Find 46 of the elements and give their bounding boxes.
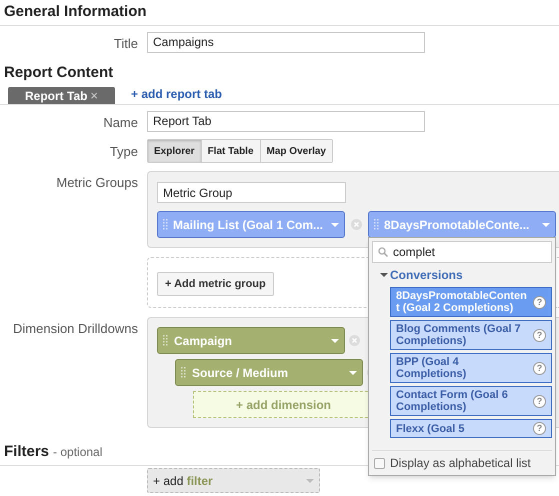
name-input[interactable]: Report Tab [147,110,425,132]
checkbox-label: Display as alphabetical list [390,455,531,472]
type-option[interactable]: Explorer [148,140,201,162]
drag-handle-icon[interactable] [374,218,379,230]
section-heading: Filters [4,443,50,460]
dimension-chip[interactable]: Source / Medium [175,359,363,386]
title-input[interactable]: Campaigns [147,32,425,52]
drag-handle-icon[interactable] [163,218,168,230]
metric-option[interactable]: Contact Form (Goal 6 Completions) ? [390,386,552,416]
field-label: Type [110,144,138,159]
add-metric-group-button[interactable]: + Add metric group [157,272,274,296]
add-report-tab-link[interactable]: + add report tab [131,85,222,104]
optional-note: - optional [53,445,102,459]
add-filter-button[interactable]: + add filter [147,468,320,493]
metric-group-name-input[interactable]: Metric Group [157,182,346,203]
caret-icon [380,273,388,277]
caret-icon [349,370,357,374]
section-heading: General Information [4,3,147,20]
checkbox[interactable] [374,458,385,468]
drag-handle-icon[interactable] [181,366,186,378]
caret-icon [331,222,339,226]
section-heading: Report Content [4,64,114,81]
close-icon[interactable]: × [90,86,98,106]
field-label: Title [114,36,138,51]
search-icon [378,247,388,257]
category-heading[interactable]: Conversions [390,266,463,284]
report-tab[interactable]: Report Tab × [8,87,115,104]
type-option[interactable]: Map Overlay [260,140,332,162]
caret-icon [542,222,550,226]
metric-option[interactable]: Blog Comments (Goal 7 Completions) ? [390,320,552,350]
help-icon[interactable]: ? [533,328,546,342]
field-label: Name [103,115,138,130]
help-icon[interactable]: ? [533,422,546,435]
field-label: Dimension Drilldowns [13,321,138,336]
help-icon[interactable]: ? [533,362,546,374]
metric-option[interactable]: BPP (Goal 4 Completions) ? [390,353,552,383]
caret-icon [306,478,314,482]
dimension-chip[interactable]: Campaign [157,327,345,354]
type-option[interactable]: Flat Table [200,140,260,162]
metric-option[interactable]: Flexx (Goal 5 ? [390,419,552,438]
drag-handle-icon[interactable] [163,334,168,346]
search-field[interactable]: complet [372,241,552,263]
caret-icon [331,338,339,342]
help-icon[interactable]: ? [533,296,546,308]
help-icon[interactable]: ? [533,394,546,408]
field-label: Metric Groups [56,175,138,190]
